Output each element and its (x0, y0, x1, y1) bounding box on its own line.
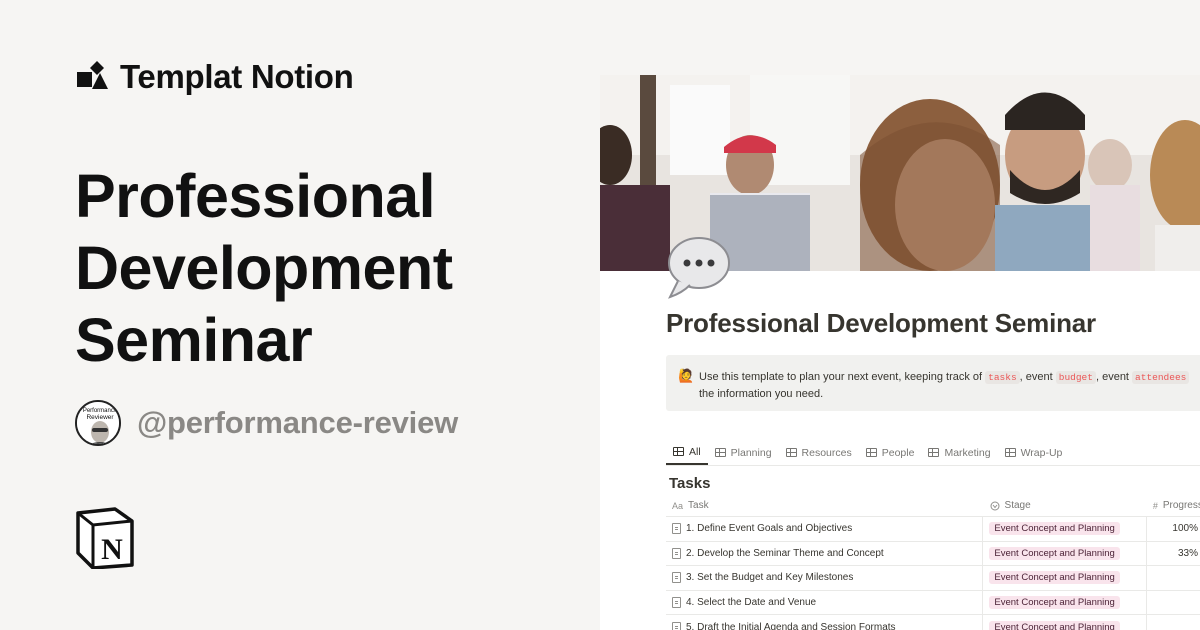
task-name: 1. Define Event Goals and Objectives (686, 523, 853, 535)
author-handle[interactable]: @performance-review (137, 405, 458, 441)
callout-text-line2: the information you need. (699, 388, 824, 400)
stage-tag: Event Concept and Planning (989, 546, 1120, 560)
page-icon (672, 547, 681, 559)
template-preview: Professional Development Seminar 🙋 Use t… (600, 75, 1200, 630)
table-row[interactable]: 2. Develop the Seminar Theme and Concept… (666, 541, 1200, 567)
callout: 🙋 Use this template to plan your next ev… (666, 355, 1200, 411)
task-cell[interactable]: 4. Select the Date and Venue (666, 590, 984, 615)
tab-all[interactable]: All (666, 440, 708, 465)
table-icon (865, 448, 877, 457)
code-tasks: tasks (985, 371, 1020, 384)
author[interactable]: Performance Reviewer @performance-review (75, 400, 458, 446)
callout-text-part: , event (1095, 371, 1133, 383)
progress-cell[interactable] (1147, 615, 1200, 630)
avatar: Performance Reviewer (75, 400, 121, 446)
number-property-icon: # (1152, 500, 1158, 511)
brand: Templat Notion (76, 58, 354, 96)
stage-tag: Event Concept and Planning (989, 571, 1120, 585)
tab-label: Wrap-Up (1020, 446, 1063, 459)
page-icon (672, 621, 681, 630)
database-title: Tasks (669, 475, 711, 492)
task-name: 2. Develop the Seminar Theme and Concept (686, 547, 884, 559)
stage-tag: Event Concept and Planning (989, 596, 1120, 610)
stage-cell[interactable]: Event Concept and Planning (983, 566, 1147, 590)
tab-label: Marketing (944, 446, 991, 459)
status-property-icon (990, 501, 1000, 510)
column-progress[interactable]: # Progress (1147, 495, 1200, 516)
task-cell[interactable]: 1. Define Event Goals and Objectives (666, 517, 984, 541)
column-stage[interactable]: Stage (984, 495, 1147, 516)
tab-label: Planning (730, 446, 772, 459)
task-name: 4. Select the Date and Venue (686, 597, 817, 609)
hero-title: Professional Development Seminar (75, 162, 453, 374)
task-name: 3. Set the Budget and Key Milestones (686, 572, 854, 584)
progress-cell[interactable] (1147, 591, 1200, 615)
code-budget: budget (1055, 371, 1096, 384)
tab-wrap-up[interactable]: Wrap-Up (998, 440, 1070, 465)
column-label: Stage (1004, 500, 1031, 511)
tab-planning[interactable]: Planning (708, 440, 779, 465)
brand-name: Templat Notion (120, 58, 354, 95)
page-title: Professional Development Seminar (666, 308, 1096, 338)
avatar-text-bottom: Reviewer (86, 414, 114, 421)
table-row[interactable]: 4. Select the Date and Venue Event Conce… (666, 590, 1200, 616)
tab-people[interactable]: People (859, 440, 922, 465)
column-task[interactable]: Aa Task (666, 495, 984, 516)
callout-text: Use this template to plan your next even… (699, 369, 1190, 403)
stage-tag: Event Concept and Planning (989, 620, 1120, 630)
tab-label: Resources (801, 446, 852, 459)
page-icon (672, 523, 681, 535)
stage-tag: Event Concept and Planning (989, 522, 1120, 536)
table-icon (673, 447, 684, 456)
callout-text-part: Use this template to plan your next even… (699, 371, 986, 383)
shapes-icon (76, 61, 108, 93)
code-attendees: attendees (1132, 371, 1190, 384)
raising-hand-icon: 🙋 (678, 368, 695, 383)
progress-cell[interactable]: 100% (1147, 517, 1200, 541)
task-name: 5. Draft the Initial Agenda and Session … (686, 621, 896, 630)
view-tabs: All Planning Resources People Marketing … (666, 440, 1200, 466)
task-cell[interactable]: 5. Draft the Initial Agenda and Session … (666, 615, 984, 630)
table-row[interactable]: 1. Define Event Goals and Objectives Eve… (666, 517, 1200, 542)
table-icon (1004, 448, 1016, 457)
stage-cell[interactable]: Event Concept and Planning (983, 615, 1147, 630)
stage-cell[interactable]: Event Concept and Planning (983, 517, 1147, 541)
notion-logo-icon: N (75, 507, 135, 570)
text-property-icon: Aa (672, 500, 684, 511)
stage-cell[interactable]: Event Concept and Planning (983, 541, 1147, 566)
page-icon (672, 572, 681, 584)
table-icon (785, 448, 797, 457)
tab-resources[interactable]: Resources (779, 440, 859, 465)
column-label: Progress (1162, 500, 1200, 511)
table-icon (928, 448, 940, 457)
callout-text-part: , event (1019, 371, 1056, 383)
stage-cell[interactable]: Event Concept and Planning (983, 590, 1147, 615)
page-icon (672, 597, 681, 609)
table-row[interactable]: 3. Set the Budget and Key Milestones Eve… (666, 566, 1200, 591)
task-cell[interactable]: 2. Develop the Seminar Theme and Concept (666, 541, 984, 566)
tab-marketing[interactable]: Marketing (921, 440, 997, 465)
table-header: Aa Task Stage # Progress (666, 495, 1200, 517)
tab-label: People (881, 446, 915, 459)
speech-bubble-icon (666, 235, 732, 301)
svg-text:N: N (101, 533, 123, 566)
tab-label: All (689, 445, 701, 458)
tasks-table: Aa Task Stage # Progress 1. Define Event G… (666, 495, 1200, 630)
task-cell[interactable]: 3. Set the Budget and Key Milestones (666, 566, 984, 590)
progress-cell[interactable] (1147, 566, 1200, 590)
column-label: Task (688, 500, 709, 511)
table-row[interactable]: 5. Draft the Initial Agenda and Session … (666, 615, 1200, 630)
progress-cell[interactable]: 33% (1147, 542, 1200, 566)
table-icon (714, 448, 726, 457)
